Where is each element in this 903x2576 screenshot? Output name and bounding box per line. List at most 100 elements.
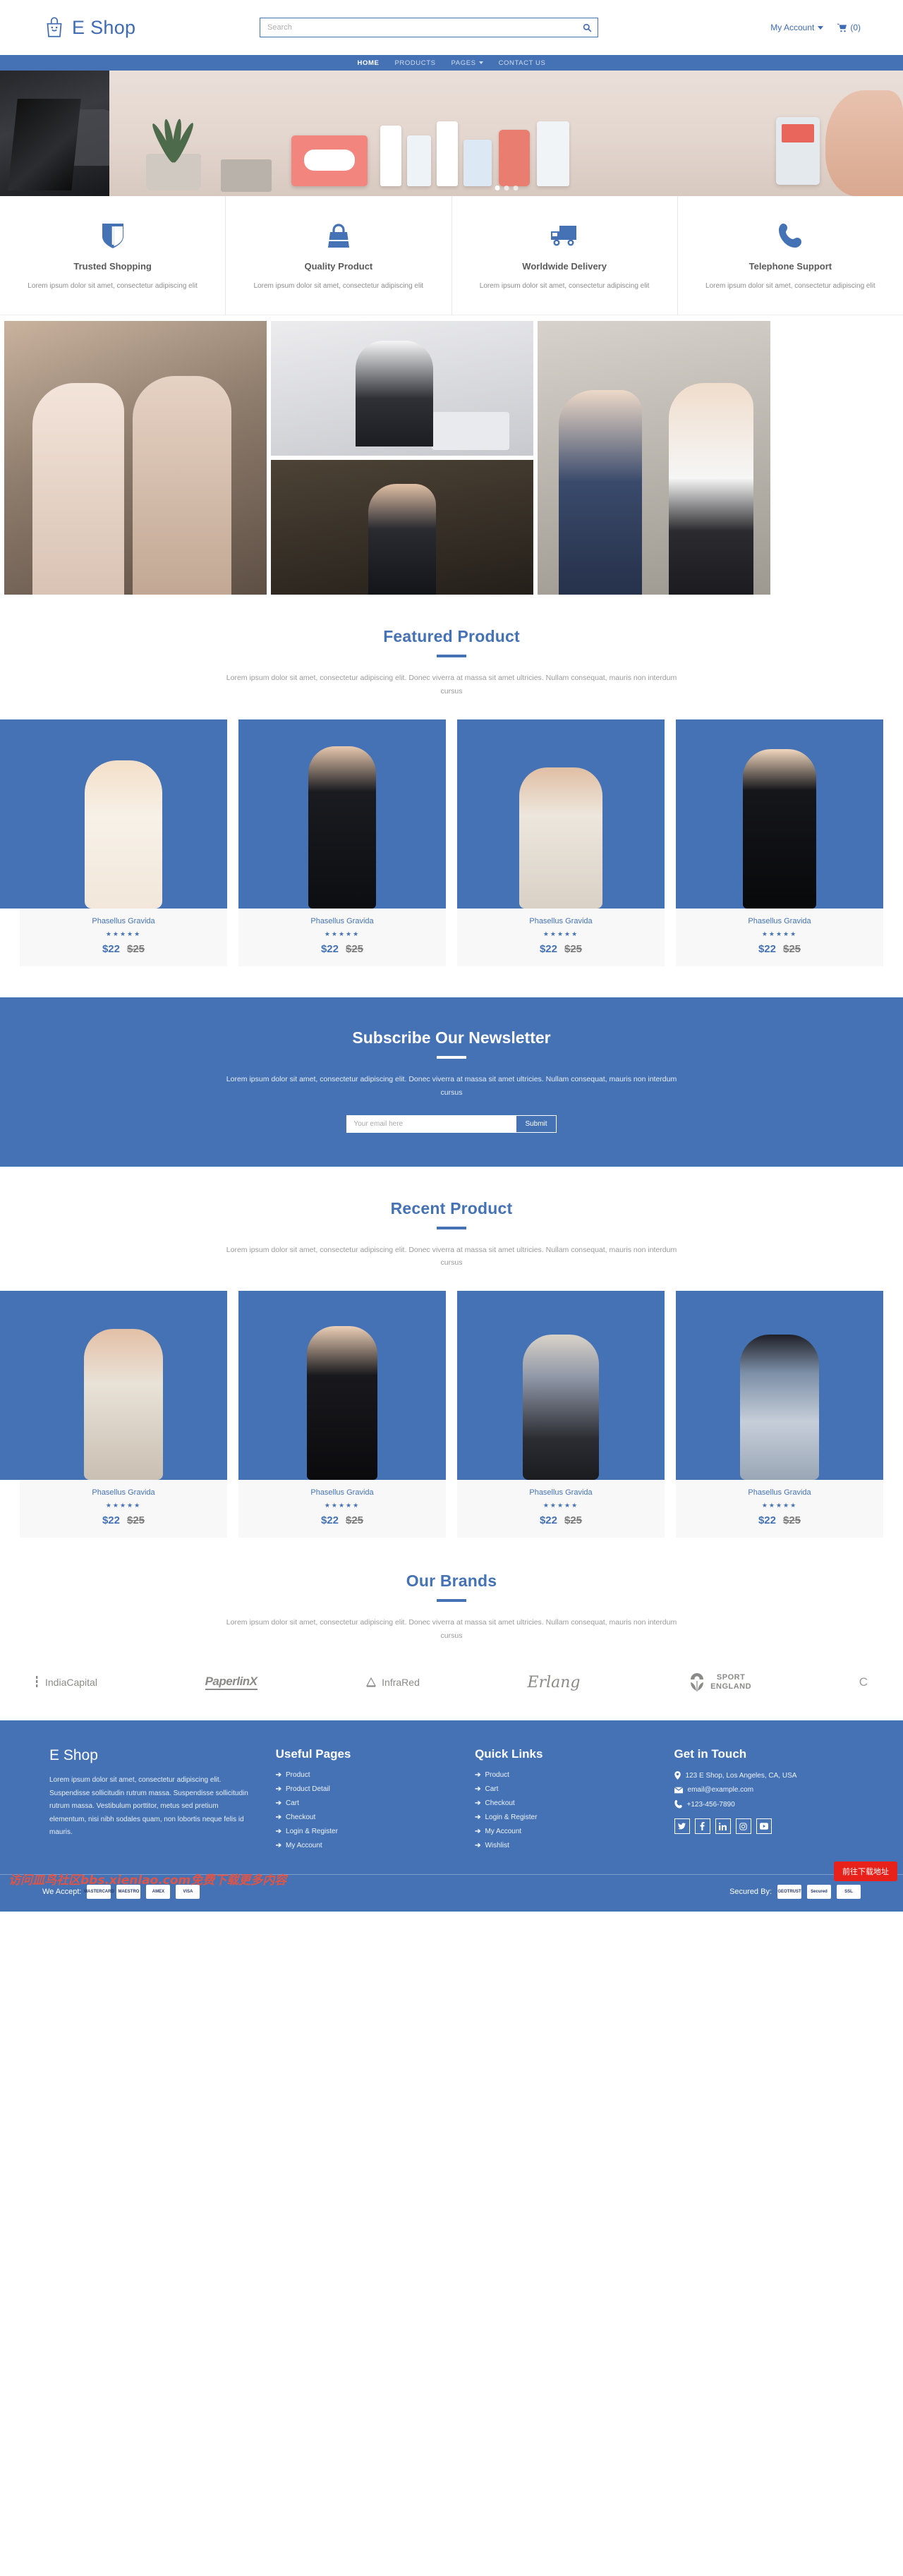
footer-quick-my-account[interactable]: ➔ My Account [475, 1828, 654, 1835]
section-title: Our Brands [406, 1572, 497, 1591]
footer-column-title: Quick Links [475, 1747, 543, 1761]
nav-item-home[interactable]: HOME [358, 59, 380, 67]
footer-link-label: Login & Register [485, 1813, 538, 1822]
rating-stars: ★★★★★ [105, 930, 142, 937]
product-image[interactable] [238, 1291, 446, 1481]
footer-quick-checkout[interactable]: ➔ Checkout [475, 1799, 654, 1807]
product-card[interactable]: Phasellus Gravida ★★★★★ $22 $25 [0, 1291, 227, 1538]
product-name[interactable]: Phasellus Gravida [681, 1488, 878, 1497]
linkedin-icon[interactable] [715, 1818, 731, 1835]
product-name[interactable]: Phasellus Gravida [681, 917, 878, 925]
cart-button[interactable]: (0) [837, 23, 861, 32]
product-card[interactable]: Phasellus Gravida ★★★★★ $22 $25 [238, 719, 446, 966]
footer-link-label: Wishlist [485, 1842, 509, 1850]
footer-link-product-detail[interactable]: ➔ Product Detail [276, 1785, 455, 1793]
brand-logo-sport-england[interactable]: SPORT ENGLAND [688, 1672, 751, 1692]
search-button[interactable] [576, 18, 598, 37]
product-old-price: $25 [346, 1514, 364, 1527]
brand-logo-erlang[interactable]: Erlang [528, 1674, 581, 1691]
footer-link-login-register[interactable]: ➔ Login & Register [276, 1828, 455, 1835]
brand-logo-infrared[interactable]: InfraRed [365, 1676, 420, 1689]
hero-carousel[interactable] [0, 71, 903, 196]
footer-email[interactable]: email@example.com [674, 1786, 854, 1794]
product-name[interactable]: Phasellus Gravida [25, 917, 222, 925]
brand-logo[interactable]: E Shop [42, 16, 247, 40]
footer-link-product[interactable]: ➔ Product [276, 1771, 455, 1779]
carousel-dot[interactable] [513, 186, 518, 190]
product-image[interactable] [457, 1291, 665, 1481]
footer-about-column: E Shop Lorem ipsum dolor sit amet, conse… [49, 1747, 256, 1856]
chevron-down-icon [818, 25, 824, 30]
footer-quick-login-register[interactable]: ➔ Login & Register [475, 1813, 654, 1821]
footer-useful-pages-column: Useful Pages ➔ Product ➔ Product Detail ➔ C… [276, 1747, 455, 1856]
download-button[interactable]: 前往下载地址 [834, 1861, 897, 1882]
accept-label: We Accept: [42, 1888, 82, 1897]
carousel-indicators[interactable] [495, 186, 518, 190]
category-image-kids[interactable] [538, 321, 770, 595]
footer-link-cart[interactable]: ➔ Cart [276, 1799, 455, 1807]
product-bottle [537, 121, 569, 186]
footer-link-my-account[interactable]: ➔ My Account [276, 1842, 455, 1849]
product-image[interactable] [238, 719, 446, 909]
product-image[interactable] [676, 1291, 883, 1481]
product-image[interactable] [457, 719, 665, 909]
newsletter-submit-button[interactable]: Submit [516, 1114, 557, 1133]
my-account-menu[interactable]: My Account [770, 23, 824, 32]
sport-england-mark [691, 1673, 704, 1692]
site-footer: E Shop Lorem ipsum dolor sit amet, conse… [0, 1720, 903, 1912]
search-input[interactable] [260, 18, 576, 37]
product-bottle [407, 135, 431, 186]
nav-item-pages[interactable]: PAGES [452, 59, 483, 67]
footer-link-checkout[interactable]: ➔ Checkout [276, 1813, 455, 1821]
nav-label: HOME [357, 59, 380, 67]
product-name[interactable]: Phasellus Gravida [244, 1488, 440, 1497]
shield-icon [13, 220, 212, 251]
category-image-men[interactable] [271, 460, 533, 595]
product-price: $22 [758, 942, 776, 955]
footer-address: 123 E Shop, Los Angeles, CA, USA [674, 1771, 854, 1780]
product-card[interactable]: Phasellus Gravida ★★★★★ $22 $25 [457, 719, 665, 966]
product-name[interactable]: Phasellus Gravida [463, 1488, 659, 1497]
youtube-icon[interactable] [756, 1818, 772, 1835]
product-card[interactable]: Phasellus Gravida ★★★★★ $22 $25 [676, 1291, 883, 1538]
category-image-office[interactable] [271, 321, 533, 456]
brand-logo-paperlinx[interactable]: PaperlinX [205, 1675, 257, 1691]
product-name[interactable]: Phasellus Gravida [25, 1488, 222, 1497]
brand-logo-indiacapital[interactable]: IndiaCapital [35, 1676, 97, 1689]
category-image-women[interactable] [4, 321, 267, 595]
product-card[interactable]: Phasellus Gravida ★★★★★ $22 $25 [457, 1291, 665, 1538]
secured-label: Secured By: [729, 1888, 772, 1897]
instagram-icon[interactable] [735, 1818, 751, 1835]
nav-item-contact-us[interactable]: CONTACT US [499, 59, 546, 67]
nav-item-products[interactable]: PRODUCTS [394, 59, 435, 67]
footer-phone[interactable]: +123-456-7890 [674, 1800, 854, 1809]
product-bottle [499, 130, 530, 186]
cart-count: (0) [850, 23, 861, 32]
newsletter-email-input[interactable] [346, 1114, 516, 1133]
carousel-dot[interactable] [504, 186, 509, 190]
product-image[interactable] [20, 719, 227, 909]
footer-link-label: Product [286, 1771, 310, 1780]
newsletter-form: Submit [0, 1114, 903, 1133]
category-gallery [0, 315, 903, 595]
feature-text: Lorem ipsum dolor sit amet, consectetur … [479, 282, 650, 290]
nav-label: CONTACT US [498, 59, 546, 67]
search-box[interactable] [260, 18, 598, 37]
rating-stars: ★★★★★ [543, 1502, 579, 1509]
facebook-icon[interactable] [694, 1818, 710, 1835]
brand-name: InfraRed [382, 1677, 420, 1689]
footer-quick-wishlist[interactable]: ➔ Wishlist [475, 1842, 654, 1849]
footer-quick-product[interactable]: ➔ Product [475, 1771, 654, 1779]
product-card[interactable]: Phasellus Gravida ★★★★★ $22 $25 [238, 1291, 446, 1538]
product-name[interactable]: Phasellus Gravida [244, 917, 440, 925]
product-card[interactable]: Phasellus Gravida ★★★★★ $22 $25 [0, 719, 227, 966]
brand-logo-partial[interactable]: C [859, 1675, 868, 1689]
product-name[interactable]: Phasellus Gravida [463, 917, 659, 925]
product-image[interactable] [676, 719, 883, 909]
footer-quick-cart[interactable]: ➔ Cart [475, 1785, 654, 1793]
twitter-icon[interactable] [674, 1818, 690, 1835]
carousel-dot[interactable] [495, 186, 499, 190]
product-image[interactable] [20, 1291, 227, 1481]
watermark-overlay: 访问皿鸟社区bbs.xienlao.com免费下载更多内容 [8, 1873, 287, 1888]
product-card[interactable]: Phasellus Gravida ★★★★★ $22 $25 [676, 719, 883, 966]
